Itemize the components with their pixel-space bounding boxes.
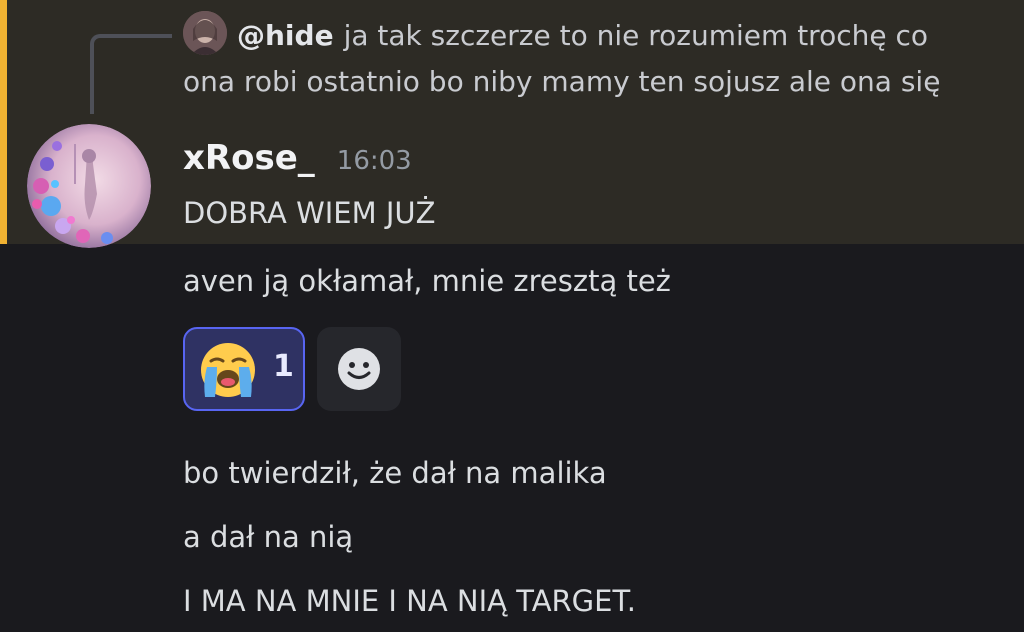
- author-name[interactable]: xRose_: [183, 138, 315, 178]
- mention-highlight-bar: [0, 0, 7, 244]
- loudly-crying-face-icon: [201, 343, 255, 397]
- reply-connector-line: [90, 34, 172, 114]
- message-line: bo twierdził, że dał na malika: [183, 456, 607, 490]
- reaction-count: 1: [273, 349, 294, 384]
- message-header: xRose_ 16:03: [183, 138, 412, 178]
- author-avatar-image: [27, 124, 151, 248]
- smiley-add-reaction-icon: [338, 348, 380, 390]
- message-timestamp[interactable]: 16:03: [337, 146, 412, 176]
- message-line: I MA NA MNIE I NA NIĄ TARGET.: [183, 584, 636, 618]
- add-reaction-button[interactable]: [317, 327, 401, 411]
- chat-view: @hide ja tak szczerze to nie rozumiem tro…: [0, 0, 1024, 632]
- reply-preview[interactable]: @hide ja tak szczerze to nie rozumiem tro…: [183, 13, 983, 105]
- author-avatar[interactable]: [27, 124, 151, 248]
- message-line: aven ją okłamał, mnie zresztą też: [183, 264, 671, 298]
- reaction-button[interactable]: 1: [183, 327, 305, 411]
- reply-username[interactable]: @hide: [237, 19, 334, 52]
- message-line: a dał na nią: [183, 520, 354, 554]
- message-line: DOBRA WIEM JUŻ: [183, 196, 436, 230]
